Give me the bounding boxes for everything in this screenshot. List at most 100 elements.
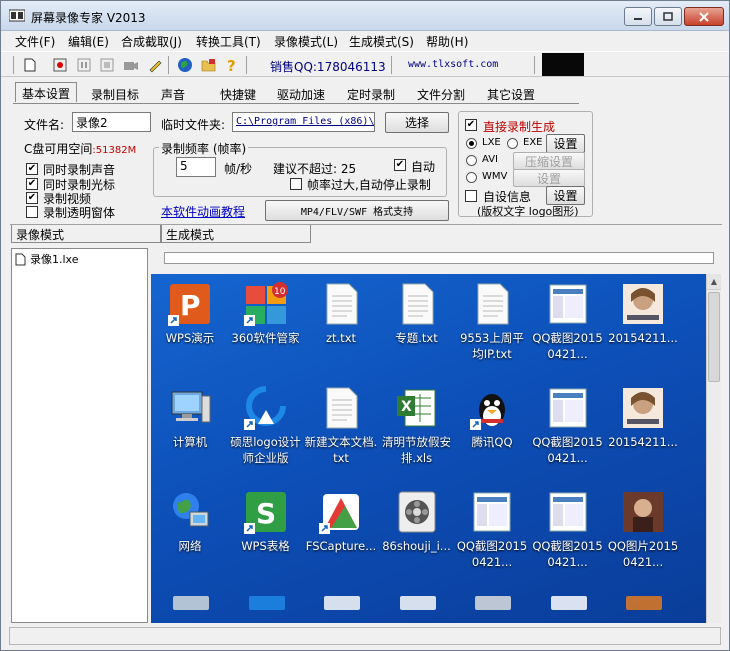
frame-rate-title: 录制频率 (帧率) xyxy=(159,140,249,157)
txt-icon xyxy=(319,282,363,326)
desktop-icon[interactable]: 专题.txt xyxy=(380,282,454,346)
menu-file[interactable]: 文件(F) xyxy=(15,33,55,50)
desktop-icon-label: 专题.txt xyxy=(395,331,438,345)
svg-text:P: P xyxy=(180,289,201,322)
window-title: 屏幕录像专家 V2013 xyxy=(31,11,146,25)
minimize-button[interactable] xyxy=(624,7,652,26)
scroll-thumb[interactable] xyxy=(708,292,720,382)
tab-split[interactable]: 文件分割 xyxy=(417,84,465,104)
menu-convert[interactable]: 转换工具(T) xyxy=(196,33,261,50)
desktop-icon[interactable]: 腾讯QQ xyxy=(455,386,529,450)
format-support-button[interactable]: MP4/FLV/SWF 格式支持 xyxy=(265,200,449,221)
exe-radio[interactable] xyxy=(507,138,518,149)
photo-icon xyxy=(621,386,665,430)
filename-input[interactable]: 录像2 xyxy=(72,112,151,132)
menu-record-mode[interactable]: 录像模式(L) xyxy=(274,33,338,50)
wmv-radio[interactable] xyxy=(466,172,477,183)
compress-settings-button[interactable]: 压缩设置 xyxy=(513,152,585,170)
lxe-settings-button[interactable]: 设置 xyxy=(546,134,585,153)
pause-icon[interactable] xyxy=(75,56,93,74)
list-item[interactable]: 录像1.lxe xyxy=(15,251,79,267)
camera-icon[interactable] xyxy=(122,56,140,74)
lxe-radio[interactable] xyxy=(466,138,477,149)
file-list: 录像1.lxe xyxy=(11,248,148,623)
tab-sound[interactable]: 声音 xyxy=(161,84,185,104)
pencil-icon[interactable] xyxy=(146,56,164,74)
desktop-icon[interactable]: X 清明节放假安排.xls xyxy=(380,386,454,466)
desktop-icon[interactable]: QQ截图20150421... xyxy=(455,490,529,570)
desktop-icon[interactable]: 86shouji_i... xyxy=(380,490,454,554)
menu-edit[interactable]: 编辑(E) xyxy=(68,33,109,50)
globe-icon[interactable] xyxy=(176,56,194,74)
frame-rate-input[interactable]: 5 xyxy=(176,157,216,177)
menu-generate-mode[interactable]: 生成模式(S) xyxy=(349,33,414,50)
choose-folder-button[interactable]: 选择 xyxy=(385,112,449,133)
desktop-icon-label: QQ图片20150421... xyxy=(607,539,679,569)
desktop-icon[interactable]: QQ截图20150421... xyxy=(531,386,605,466)
close-button[interactable] xyxy=(684,7,724,26)
menu-help[interactable]: 帮助(H) xyxy=(426,33,468,50)
record-transparent-checkbox[interactable] xyxy=(26,206,38,218)
desktop-icon-label: 20154211... xyxy=(608,435,678,449)
new-file-icon[interactable] xyxy=(21,56,39,74)
desktop-icon[interactable]: 硕思logo设计师企业版 xyxy=(229,386,303,466)
desktop-icon[interactable]: zt.txt xyxy=(304,282,378,346)
avi-radio[interactable] xyxy=(466,155,477,166)
desktop-icon[interactable]: 20154211... xyxy=(606,282,680,346)
desktop-icon[interactable]: 20154211... xyxy=(606,386,680,450)
tab-record-target[interactable]: 录制目标 xyxy=(91,84,139,104)
separator xyxy=(534,56,535,74)
record-video-checkbox[interactable]: ✔ xyxy=(26,192,38,204)
desktop-icon[interactable]: P WPS演示 xyxy=(153,282,227,346)
separator xyxy=(168,56,169,74)
desktop-icon[interactable]: 网络 xyxy=(153,490,227,554)
auto-stop-checkbox[interactable] xyxy=(290,178,302,190)
desktop-icon[interactable]: 10 360软件管家 xyxy=(229,282,303,346)
custom-info-checkbox[interactable] xyxy=(465,190,477,202)
txt-icon xyxy=(395,282,439,326)
desktop-icon[interactable]: QQ截图20150421... xyxy=(531,490,605,570)
tab-record-mode[interactable]: 录像模式 xyxy=(11,225,161,243)
desktop-icon[interactable]: QQ截图20150421... xyxy=(531,282,605,362)
record-transparent-label: 录制透明窗体 xyxy=(43,206,116,220)
desktop-icon-label: 计算机 xyxy=(172,435,208,449)
desktop-icon[interactable]: QQ图片20150421... xyxy=(606,490,680,570)
disk-space-label: C盘可用空间:51382M xyxy=(24,140,136,157)
vertical-scrollbar[interactable]: ▲ xyxy=(706,274,721,623)
svg-text:S: S xyxy=(256,497,276,530)
separator xyxy=(391,56,392,74)
desktop-icon[interactable]: FSCapture... xyxy=(304,490,378,554)
tab-generate-mode[interactable]: 生成模式 xyxy=(161,225,311,243)
wps-p-icon: P xyxy=(168,282,212,326)
record-sound-checkbox[interactable]: ✔ xyxy=(26,163,38,175)
desktop-icon-label: QQ截图20150421... xyxy=(456,539,528,569)
auto-checkbox[interactable]: ✔ xyxy=(394,159,406,171)
maximize-icon xyxy=(663,12,673,21)
help-icon[interactable]: ? xyxy=(223,56,241,74)
tab-driver[interactable]: 驱动加速 xyxy=(277,84,325,104)
open-folder-icon[interactable] xyxy=(200,56,218,74)
tutorial-link[interactable]: 本软件动画教程 xyxy=(161,203,245,220)
tab-hotkey[interactable]: 快捷键 xyxy=(220,84,256,104)
website-link[interactable]: www.tlxsoft.com xyxy=(408,59,498,70)
maximize-button[interactable] xyxy=(654,7,682,26)
desktop-icon[interactable]: 计算机 xyxy=(153,386,227,450)
temp-folder-input[interactable]: C:\Program Files (x86)\ xyxy=(232,112,375,132)
photo2-icon xyxy=(621,490,665,534)
record-icon[interactable] xyxy=(51,56,69,74)
desktop-icon-label: 腾讯QQ xyxy=(471,435,513,449)
wmv-settings-button[interactable]: 设置 xyxy=(513,169,585,187)
tab-basic[interactable]: 基本设置 xyxy=(15,82,78,102)
logo-icon xyxy=(243,386,288,430)
desktop-icon[interactable]: 新建文本文档.txt xyxy=(304,386,378,466)
stop-icon[interactable] xyxy=(98,56,116,74)
tab-schedule[interactable]: 定时录制 xyxy=(347,84,395,104)
direct-generate-checkbox[interactable]: ✔ xyxy=(465,119,477,131)
scroll-up-icon[interactable]: ▲ xyxy=(707,274,721,290)
desktop-icon[interactable]: 9553上周平均IP.txt xyxy=(455,282,529,362)
record-cursor-checkbox[interactable]: ✔ xyxy=(26,178,38,190)
desktop-icon[interactable]: S WPS表格 xyxy=(229,490,303,554)
tab-other[interactable]: 其它设置 xyxy=(487,84,535,104)
svg-text:10: 10 xyxy=(274,287,286,297)
menu-compose[interactable]: 合成截取(J) xyxy=(121,33,182,50)
